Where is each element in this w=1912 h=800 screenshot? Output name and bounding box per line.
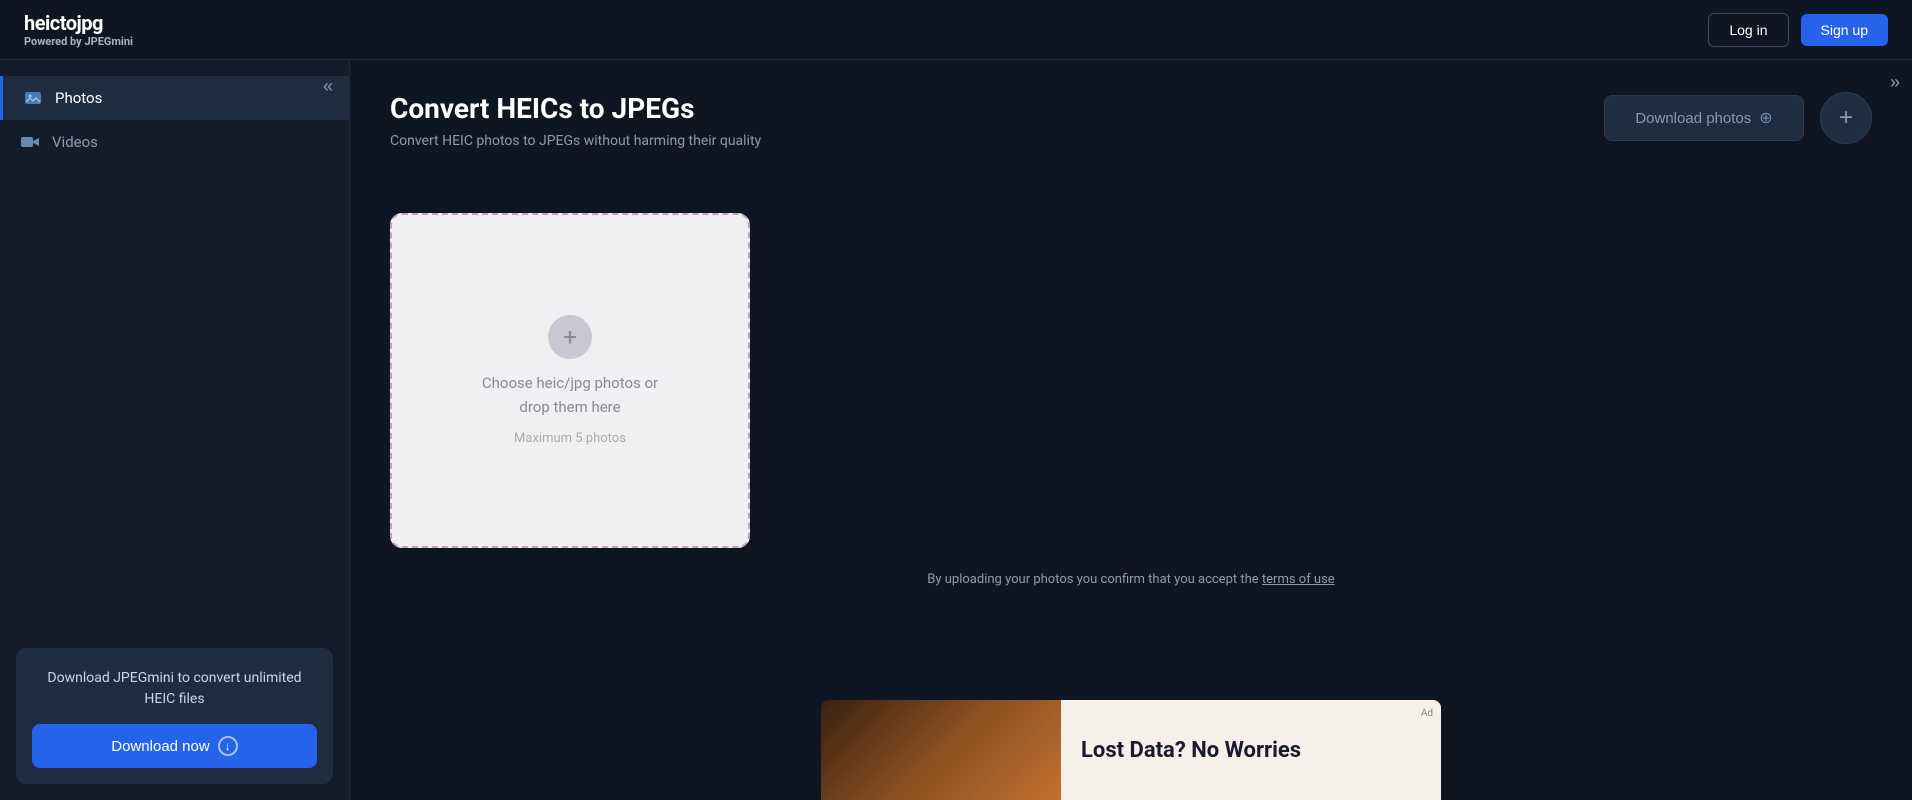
download-circle-icon: ↓ [218,736,238,756]
header-actions: Download photos ⊕ + [1604,92,1872,144]
add-icon: + [1839,104,1853,132]
terms-prefix: By uploading your photos you confirm tha… [927,572,1262,587]
content-header: Convert HEICs to JPEGs Convert HEIC phot… [390,92,1872,181]
videos-icon [20,132,40,152]
signup-button[interactable]: Sign up [1801,14,1888,46]
content-area: » Convert HEICs to JPEGs Convert HEIC ph… [350,60,1912,800]
header-buttons: Log in Sign up [1708,13,1888,47]
download-photos-label: Download photos [1635,110,1751,127]
ad-banner: Lost Data? No Worries Ad [821,700,1441,800]
logo: heictojpg Powered by JPEGmini [24,11,133,48]
add-button[interactable]: + [1820,92,1872,144]
dropzone-plus-icon: + [548,315,592,359]
download-now-button[interactable]: Download now ↓ [32,724,317,768]
drop-zone[interactable]: + Choose heic/jpg photos or drop them he… [390,213,750,548]
sidebar-promo: Download JPEGmini to convert unlimited H… [16,648,333,784]
right-collapse-button[interactable]: » [1890,72,1900,93]
sidebar-collapse-button[interactable]: « [319,72,337,101]
dropzone-text: Choose heic/jpg photos or drop them here [482,371,658,419]
logo-title: heictojpg [24,11,133,35]
ad-image [821,700,1061,800]
title-block: Convert HEICs to JPEGs Convert HEIC phot… [390,92,761,181]
logo-subtitle: Powered by JPEGmini [24,35,133,48]
sidebar-item-videos-label: Videos [52,133,98,151]
terms-link[interactable]: terms of use [1262,572,1335,587]
collapse-icon: « [323,76,333,96]
photos-icon [23,88,43,108]
sidebar-nav: Photos Videos [0,76,349,632]
logo-subtitle-prefix: Powered by [24,35,84,48]
sidebar-item-videos[interactable]: Videos [0,120,349,164]
header: heictojpg Powered by JPEGmini Log in Sig… [0,0,1912,60]
dropzone-max-text: Maximum 5 photos [514,431,626,446]
sidebar-item-photos[interactable]: Photos [0,76,349,120]
logo-brand: JPEGmini [84,35,132,48]
page-title: Convert HEICs to JPEGs [390,92,761,125]
download-photos-button[interactable]: Download photos ⊕ [1604,95,1804,141]
download-photos-icon: ⊕ [1759,108,1772,128]
page-subtitle: Convert HEIC photos to JPEGs without har… [390,133,761,149]
download-now-label: Download now [111,738,209,755]
terms-text: By uploading your photos you confirm tha… [390,572,1872,587]
sidebar-item-photos-label: Photos [55,89,102,107]
ad-headline: Lost Data? No Worries [1081,738,1301,763]
sidebar: « Photos [0,60,350,800]
dropzone-line1: Choose heic/jpg photos or [482,374,658,392]
login-button[interactable]: Log in [1708,13,1788,47]
ad-badge: Ad [1421,708,1433,719]
right-collapse-icon: » [1890,72,1900,92]
ad-text-section: Lost Data? No Worries [1061,700,1441,800]
main-layout: « Photos [0,60,1912,800]
dropzone-line2: drop them here [519,398,620,416]
promo-text: Download JPEGmini to convert unlimited H… [32,668,317,710]
plus-sign: + [563,323,577,351]
